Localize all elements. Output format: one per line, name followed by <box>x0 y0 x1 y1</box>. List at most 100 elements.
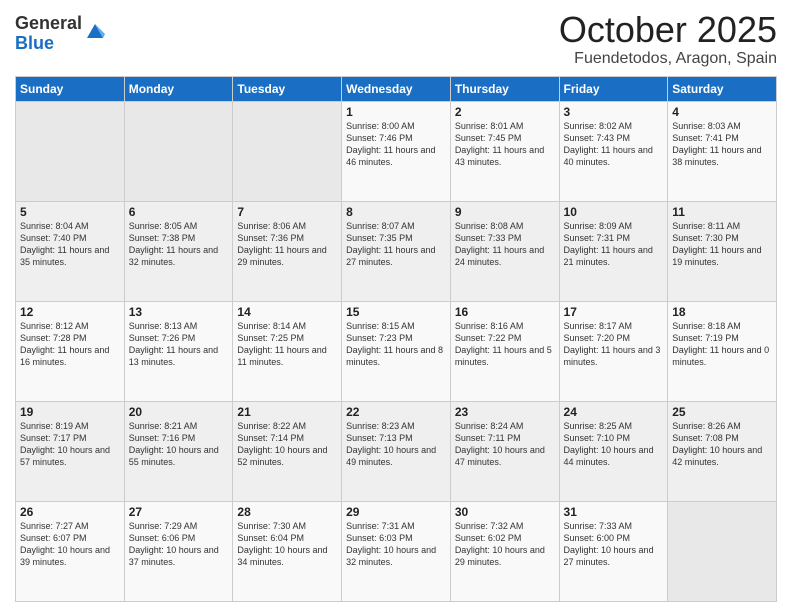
header-wednesday: Wednesday <box>342 76 451 101</box>
header-friday: Friday <box>559 76 668 101</box>
calendar-week-0: 1Sunrise: 8:00 AM Sunset: 7:46 PM Daylig… <box>16 101 777 201</box>
day-info: Sunrise: 7:33 AM Sunset: 6:00 PM Dayligh… <box>564 520 664 569</box>
day-number: 2 <box>455 105 555 119</box>
calendar-cell: 19Sunrise: 8:19 AM Sunset: 7:17 PM Dayli… <box>16 401 125 501</box>
day-number: 22 <box>346 405 446 419</box>
header-thursday: Thursday <box>450 76 559 101</box>
day-number: 9 <box>455 205 555 219</box>
day-info: Sunrise: 8:05 AM Sunset: 7:38 PM Dayligh… <box>129 220 229 269</box>
calendar-subtitle: Fuendetodos, Aragon, Spain <box>559 50 777 68</box>
day-info: Sunrise: 8:04 AM Sunset: 7:40 PM Dayligh… <box>20 220 120 269</box>
calendar-cell: 15Sunrise: 8:15 AM Sunset: 7:23 PM Dayli… <box>342 301 451 401</box>
calendar-cell: 12Sunrise: 8:12 AM Sunset: 7:28 PM Dayli… <box>16 301 125 401</box>
calendar-cell: 4Sunrise: 8:03 AM Sunset: 7:41 PM Daylig… <box>668 101 777 201</box>
day-number: 30 <box>455 505 555 519</box>
weekday-header-row: Sunday Monday Tuesday Wednesday Thursday… <box>16 76 777 101</box>
header-sunday: Sunday <box>16 76 125 101</box>
day-info: Sunrise: 8:15 AM Sunset: 7:23 PM Dayligh… <box>346 320 446 369</box>
day-number: 10 <box>564 205 664 219</box>
day-info: Sunrise: 8:12 AM Sunset: 7:28 PM Dayligh… <box>20 320 120 369</box>
calendar-cell: 2Sunrise: 8:01 AM Sunset: 7:45 PM Daylig… <box>450 101 559 201</box>
day-number: 17 <box>564 305 664 319</box>
day-info: Sunrise: 8:11 AM Sunset: 7:30 PM Dayligh… <box>672 220 772 269</box>
day-info: Sunrise: 8:14 AM Sunset: 7:25 PM Dayligh… <box>237 320 337 369</box>
calendar-week-3: 19Sunrise: 8:19 AM Sunset: 7:17 PM Dayli… <box>16 401 777 501</box>
day-number: 3 <box>564 105 664 119</box>
day-number: 5 <box>20 205 120 219</box>
day-number: 24 <box>564 405 664 419</box>
calendar-cell: 1Sunrise: 8:00 AM Sunset: 7:46 PM Daylig… <box>342 101 451 201</box>
calendar-header: Sunday Monday Tuesday Wednesday Thursday… <box>16 76 777 101</box>
day-number: 6 <box>129 205 229 219</box>
day-info: Sunrise: 8:22 AM Sunset: 7:14 PM Dayligh… <box>237 420 337 469</box>
day-info: Sunrise: 8:16 AM Sunset: 7:22 PM Dayligh… <box>455 320 555 369</box>
calendar-cell: 22Sunrise: 8:23 AM Sunset: 7:13 PM Dayli… <box>342 401 451 501</box>
calendar-cell: 17Sunrise: 8:17 AM Sunset: 7:20 PM Dayli… <box>559 301 668 401</box>
calendar-cell: 18Sunrise: 8:18 AM Sunset: 7:19 PM Dayli… <box>668 301 777 401</box>
header: General Blue October 2025 Fuendetodos, A… <box>15 10 777 68</box>
day-number: 31 <box>564 505 664 519</box>
calendar-week-2: 12Sunrise: 8:12 AM Sunset: 7:28 PM Dayli… <box>16 301 777 401</box>
day-number: 7 <box>237 205 337 219</box>
calendar-cell: 21Sunrise: 8:22 AM Sunset: 7:14 PM Dayli… <box>233 401 342 501</box>
day-info: Sunrise: 7:32 AM Sunset: 6:02 PM Dayligh… <box>455 520 555 569</box>
day-info: Sunrise: 7:29 AM Sunset: 6:06 PM Dayligh… <box>129 520 229 569</box>
day-info: Sunrise: 7:30 AM Sunset: 6:04 PM Dayligh… <box>237 520 337 569</box>
day-info: Sunrise: 8:25 AM Sunset: 7:10 PM Dayligh… <box>564 420 664 469</box>
calendar-cell: 27Sunrise: 7:29 AM Sunset: 6:06 PM Dayli… <box>124 501 233 601</box>
day-info: Sunrise: 8:26 AM Sunset: 7:08 PM Dayligh… <box>672 420 772 469</box>
day-number: 27 <box>129 505 229 519</box>
calendar-cell: 9Sunrise: 8:08 AM Sunset: 7:33 PM Daylig… <box>450 201 559 301</box>
calendar-cell <box>668 501 777 601</box>
day-info: Sunrise: 8:13 AM Sunset: 7:26 PM Dayligh… <box>129 320 229 369</box>
day-info: Sunrise: 7:31 AM Sunset: 6:03 PM Dayligh… <box>346 520 446 569</box>
day-info: Sunrise: 8:23 AM Sunset: 7:13 PM Dayligh… <box>346 420 446 469</box>
day-info: Sunrise: 8:03 AM Sunset: 7:41 PM Dayligh… <box>672 120 772 169</box>
day-info: Sunrise: 8:06 AM Sunset: 7:36 PM Dayligh… <box>237 220 337 269</box>
header-tuesday: Tuesday <box>233 76 342 101</box>
day-info: Sunrise: 8:00 AM Sunset: 7:46 PM Dayligh… <box>346 120 446 169</box>
day-number: 18 <box>672 305 772 319</box>
day-info: Sunrise: 8:17 AM Sunset: 7:20 PM Dayligh… <box>564 320 664 369</box>
calendar-cell: 30Sunrise: 7:32 AM Sunset: 6:02 PM Dayli… <box>450 501 559 601</box>
day-info: Sunrise: 7:27 AM Sunset: 6:07 PM Dayligh… <box>20 520 120 569</box>
title-block: October 2025 Fuendetodos, Aragon, Spain <box>559 10 777 68</box>
header-saturday: Saturday <box>668 76 777 101</box>
day-info: Sunrise: 8:24 AM Sunset: 7:11 PM Dayligh… <box>455 420 555 469</box>
day-number: 20 <box>129 405 229 419</box>
day-number: 13 <box>129 305 229 319</box>
calendar-cell: 24Sunrise: 8:25 AM Sunset: 7:10 PM Dayli… <box>559 401 668 501</box>
calendar-title: October 2025 <box>559 10 777 50</box>
calendar-cell: 31Sunrise: 7:33 AM Sunset: 6:00 PM Dayli… <box>559 501 668 601</box>
calendar-cell: 14Sunrise: 8:14 AM Sunset: 7:25 PM Dayli… <box>233 301 342 401</box>
logo-general: General <box>15 14 82 34</box>
day-number: 25 <box>672 405 772 419</box>
day-number: 14 <box>237 305 337 319</box>
day-number: 1 <box>346 105 446 119</box>
calendar-cell: 23Sunrise: 8:24 AM Sunset: 7:11 PM Dayli… <box>450 401 559 501</box>
day-info: Sunrise: 8:19 AM Sunset: 7:17 PM Dayligh… <box>20 420 120 469</box>
calendar-cell: 20Sunrise: 8:21 AM Sunset: 7:16 PM Dayli… <box>124 401 233 501</box>
day-number: 15 <box>346 305 446 319</box>
calendar-cell: 6Sunrise: 8:05 AM Sunset: 7:38 PM Daylig… <box>124 201 233 301</box>
day-number: 8 <box>346 205 446 219</box>
calendar-cell: 8Sunrise: 8:07 AM Sunset: 7:35 PM Daylig… <box>342 201 451 301</box>
day-info: Sunrise: 8:09 AM Sunset: 7:31 PM Dayligh… <box>564 220 664 269</box>
day-info: Sunrise: 8:21 AM Sunset: 7:16 PM Dayligh… <box>129 420 229 469</box>
page: General Blue October 2025 Fuendetodos, A… <box>0 0 792 612</box>
day-info: Sunrise: 8:07 AM Sunset: 7:35 PM Dayligh… <box>346 220 446 269</box>
day-info: Sunrise: 8:18 AM Sunset: 7:19 PM Dayligh… <box>672 320 772 369</box>
logo-text: General Blue <box>15 14 82 54</box>
calendar-cell: 3Sunrise: 8:02 AM Sunset: 7:43 PM Daylig… <box>559 101 668 201</box>
day-number: 21 <box>237 405 337 419</box>
calendar-cell: 5Sunrise: 8:04 AM Sunset: 7:40 PM Daylig… <box>16 201 125 301</box>
calendar-cell: 13Sunrise: 8:13 AM Sunset: 7:26 PM Dayli… <box>124 301 233 401</box>
logo-blue: Blue <box>15 34 82 54</box>
day-number: 11 <box>672 205 772 219</box>
day-number: 23 <box>455 405 555 419</box>
calendar-cell: 10Sunrise: 8:09 AM Sunset: 7:31 PM Dayli… <box>559 201 668 301</box>
logo: General Blue <box>15 14 105 54</box>
day-info: Sunrise: 8:02 AM Sunset: 7:43 PM Dayligh… <box>564 120 664 169</box>
header-monday: Monday <box>124 76 233 101</box>
calendar-week-4: 26Sunrise: 7:27 AM Sunset: 6:07 PM Dayli… <box>16 501 777 601</box>
